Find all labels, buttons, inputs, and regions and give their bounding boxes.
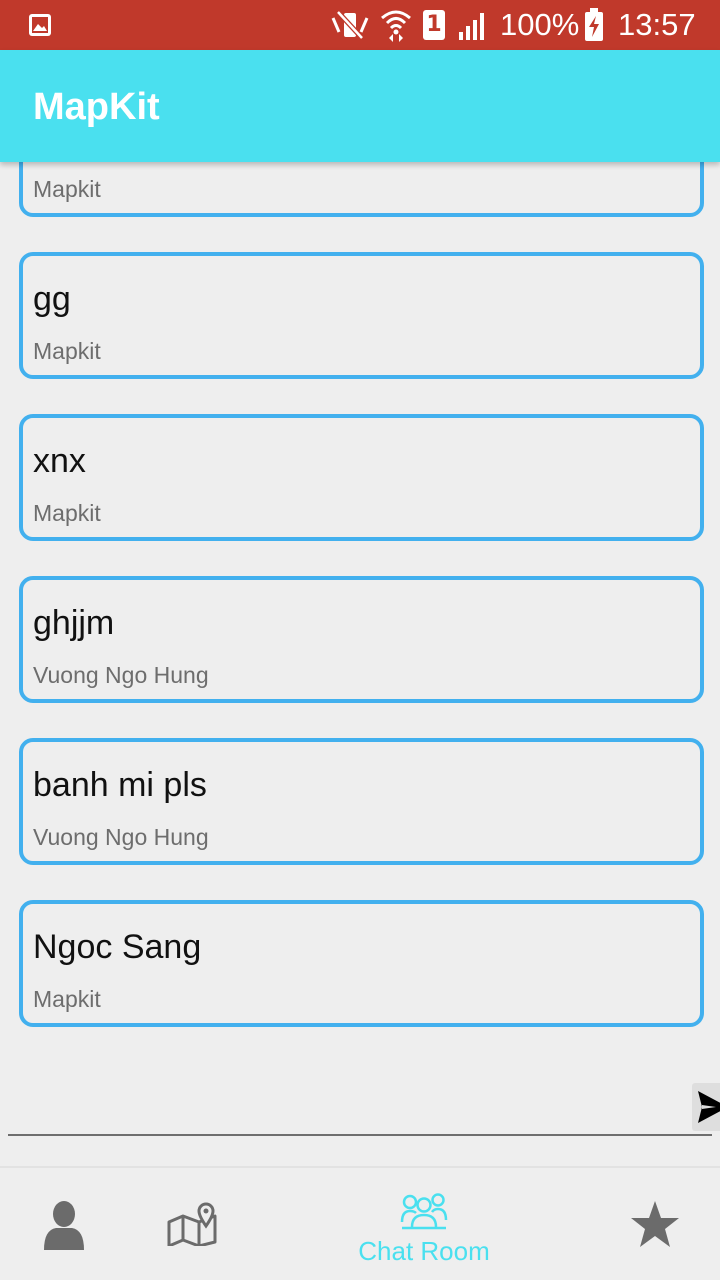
message-title: banh mi pls [33, 766, 207, 804]
message-sender: Vuong Ngo Hung [33, 824, 209, 850]
message-sender: Mapkit [33, 986, 101, 1012]
message-card[interactable]: ghjjm Vuong Ngo Hung [19, 576, 704, 703]
chat-room-icon [400, 1193, 448, 1230]
nav-label-chat-room: Chat Room [358, 1236, 490, 1266]
star-icon [631, 1201, 679, 1247]
map-icon [167, 1202, 217, 1246]
message-sender: Vuong Ngo Hung [33, 662, 209, 688]
message-card[interactable]: Ngoc Sang Mapkit [19, 900, 704, 1027]
signal-icon [459, 13, 484, 40]
nav-tab-profile[interactable] [0, 1168, 128, 1280]
bottom-navigation: Chat Room [0, 1166, 720, 1280]
message-input[interactable] [8, 1134, 712, 1136]
status-clock: 13:57 [618, 7, 696, 42]
vibrate-mute-icon [331, 10, 369, 40]
message-title: ghjjm [33, 604, 115, 642]
message-title: Ngoc Sang [33, 928, 202, 966]
app-bar: MapKit [0, 50, 720, 162]
sim-slot-icon: 1 [423, 10, 445, 40]
wifi-icon [381, 10, 411, 42]
battery-percent: 100% [500, 7, 580, 42]
gallery-notification-icon [29, 14, 51, 36]
message-card[interactable]: gg Mapkit [19, 252, 704, 379]
battery-charging-icon [585, 8, 603, 41]
message-list[interactable]: Mapkit gg Mapkit xnx Mapkit ghjjm Vuong … [0, 162, 720, 1082]
app-title: MapKit [33, 86, 160, 128]
message-sender: Mapkit [33, 338, 101, 364]
person-icon [44, 1201, 84, 1250]
status-bar: 1 100% 13:57 [0, 0, 720, 50]
message-card[interactable]: xnx Mapkit [19, 414, 704, 541]
message-title: gg [33, 280, 71, 318]
send-icon [698, 1091, 720, 1123]
message-sender: Mapkit [33, 176, 101, 202]
nav-tab-favorites[interactable] [592, 1168, 720, 1280]
send-button[interactable] [692, 1083, 720, 1131]
message-sender: Mapkit [33, 500, 101, 526]
nav-tab-chat-room[interactable]: Chat Room [344, 1168, 504, 1280]
nav-tab-map[interactable] [128, 1168, 256, 1280]
message-card[interactable]: banh mi pls Vuong Ngo Hung [19, 738, 704, 865]
message-card[interactable]: Mapkit [19, 162, 704, 217]
message-title: xnx [33, 442, 86, 480]
